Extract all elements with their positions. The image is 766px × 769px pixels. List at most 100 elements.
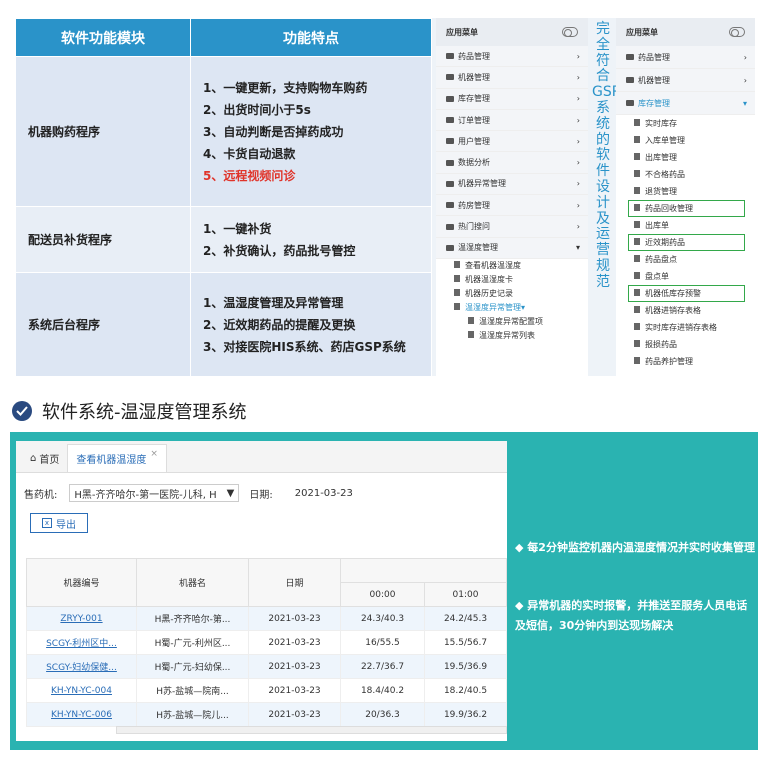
close-icon[interactable]: × (150, 449, 158, 459)
menu-item[interactable]: 订单管理 › (436, 109, 588, 132)
menu-item[interactable]: 温湿度异常列表 (436, 329, 588, 343)
cell-code[interactable]: KH-YN-YC-004 (26, 678, 137, 703)
filter-bar: 售药机: H黑-齐齐哈尔-第一医院-儿科, H ▼ 日期: 2021-03-23 (16, 479, 507, 507)
document-icon (468, 317, 474, 325)
features-backend: 1、温湿度管理及异常管理 2、近效期药品的提醒及更换 3、对接医院HIS系统、药… (190, 272, 432, 377)
document-icon (634, 119, 640, 126)
tab-label: 查看机器温湿度 (76, 455, 147, 466)
menu-item-content: 查看机器温湿度 (454, 260, 521, 271)
menu-item[interactable]: 机器低库存预警 (628, 285, 745, 302)
menu-item[interactable]: 实时库存进销存表格 (616, 319, 755, 336)
document-icon (634, 153, 640, 160)
date-field[interactable]: 2021-03-23 (291, 484, 451, 502)
menu-item[interactable]: 药品盘点 (616, 251, 755, 268)
menu-item[interactable]: 不合格药品 (616, 166, 755, 183)
menu-title: 应用菜单 (626, 27, 658, 37)
table-row[interactable]: SCGY-利州区中... H蜀-广元-利州区... 2021-03-23 16/55.… (26, 630, 507, 655)
cell-code[interactable]: SCGY-妇幼保健... (26, 654, 137, 679)
menu-item[interactable]: 机器进销存表格 (616, 302, 755, 319)
cell-code[interactable]: KH-YN-YC-006 (26, 702, 137, 727)
module-restock: 配送员补货程序 (15, 206, 191, 273)
table-row[interactable]: KH-YN-YC-004 H苏-盐城—院南... 2021-03-23 18.4/40… (26, 678, 507, 703)
menu-item-content: 用户管理 (446, 136, 490, 147)
menu-item[interactable]: 药房管理 › (436, 195, 588, 217)
feature-text: 2、补货确认，药品批号管控 (203, 243, 356, 258)
menu-item[interactable]: 库存管理 ▾ (616, 92, 755, 115)
horizontal-scrollbar[interactable] (116, 726, 507, 734)
cell-code[interactable]: ZRYY-001 (26, 606, 137, 631)
menu-item-content: 机器历史记录 (454, 288, 513, 299)
date-label: 日期: (249, 489, 273, 501)
menu-item[interactable]: 药品养护管理 (616, 353, 755, 370)
menu-item[interactable]: 盘点单 (616, 268, 755, 285)
humidity-panel: ⌂ 首页 查看机器温湿度 × 售药机: H黑-齐齐哈尔-第一医院-儿科, H ▼ 日… (10, 432, 758, 750)
menu-item[interactable]: 查看机器温湿度 (436, 259, 588, 273)
menu-item-content: 温湿度异常列表 (468, 330, 535, 341)
menu-item[interactable]: 温湿度异常配置项 (436, 315, 588, 329)
document-icon (634, 204, 640, 211)
menu-item[interactable]: 用户管理 › (436, 131, 588, 153)
menu-item[interactable]: 退货管理 (616, 183, 755, 200)
menu-item-content: 实时库存 (634, 118, 677, 129)
menu-item[interactable]: 药品管理 › (436, 46, 588, 68)
menu-item[interactable]: 温湿度管理 ▾ (436, 237, 588, 259)
menu-item[interactable]: 出库单 (616, 217, 755, 234)
menu-item[interactable]: 机器管理 › (436, 67, 588, 89)
bullet-alarm: ◆ 异常机器的实时报警，并推送至服务人员电话及短信，30分钟内到达现场解决 (515, 599, 748, 632)
menu-item-content: 机器低库存预警 (634, 288, 701, 299)
cell-date: 2021-03-23 (248, 606, 341, 631)
document-icon (454, 289, 460, 297)
menu-item-content: 药品管理 (446, 51, 490, 62)
toggle-icon[interactable] (729, 27, 745, 37)
document-icon (454, 303, 460, 311)
home-icon: ⌂ (30, 452, 37, 464)
menu-item[interactable]: 近效期药品 (628, 234, 745, 251)
machine-select[interactable]: H黑-齐齐哈尔-第一医院-儿科, H ▼ (69, 484, 240, 502)
feature-overview: 软件功能模块 功能特点 机器购药程序 1、一键更新，支持购物车购药 2、出货时间… (15, 18, 755, 377)
menu-item-content: 药品管理 (626, 52, 670, 63)
chevron-right-icon: › (743, 52, 747, 62)
document-icon (634, 238, 640, 245)
menu-item[interactable]: 实时库存 (616, 115, 755, 132)
menu-item[interactable]: 数据分析 › (436, 152, 588, 174)
menu-item-content: 退货管理 (634, 186, 677, 197)
bullet-monitor: ◆ 每2分钟监控机器内温湿度情况并实时收集管理 (515, 541, 755, 554)
menu-item-label: 机器管理 (638, 75, 670, 85)
menu-item[interactable]: 热门搜问 › (436, 216, 588, 238)
menu-item-content: 出库单 (634, 220, 669, 231)
section-title: 软件系统-温湿度管理系统 (42, 402, 247, 423)
menu-header: 应用菜单 (616, 18, 755, 46)
menu-item[interactable]: 报损药品 (616, 336, 755, 353)
menu-item-label: 查看机器温湿度 (465, 261, 521, 271)
menu-item[interactable]: 机器管理 › (616, 69, 755, 92)
toggle-icon[interactable] (562, 27, 578, 37)
menu-item[interactable]: 机器历史记录 (436, 287, 588, 301)
tab-bar: ⌂ 首页 查看机器温湿度 × (16, 441, 507, 473)
export-label: 导出 (56, 519, 76, 531)
col-date: 日期 (248, 558, 341, 607)
menu-item[interactable]: 库存管理 › (436, 88, 588, 110)
col-t2: 01:00 (424, 582, 507, 607)
menu-item[interactable]: 机器温湿度卡 (436, 273, 588, 287)
menu-item[interactable]: 出库管理 (616, 149, 755, 166)
table-row[interactable]: KH-YN-YC-006 H苏-盐城—院儿... 2021-03-23 20/36.3… (26, 702, 507, 727)
table-row[interactable]: ZRYY-001 H黑-齐齐哈尔-第... 2021-03-23 24.3/40.3 2… (26, 606, 507, 631)
cell-code[interactable]: SCGY-利州区中... (26, 630, 137, 655)
cell-date: 2021-03-23 (248, 630, 341, 655)
tab-view-humidity[interactable]: 查看机器温湿度 × (67, 444, 167, 472)
menu-item-label: 机器温湿度卡 (465, 275, 513, 285)
menu-item-content: 不合格药品 (634, 169, 685, 180)
menu-item-label: 盘点单 (645, 272, 669, 281)
menu-item[interactable]: 温湿度异常管理 ▾ (436, 301, 588, 315)
table-row[interactable]: SCGY-妇幼保健... H蜀-广元-妇幼保... 2021-03-23 22.7/3… (26, 654, 507, 679)
menu-item[interactable]: 机器异常管理 › (436, 173, 588, 196)
tab-home[interactable]: ⌂ 首页 (22, 444, 67, 472)
menu-item[interactable]: 药品回收管理 (628, 200, 745, 217)
folder-icon (446, 180, 454, 187)
export-button[interactable]: x 导出 (30, 513, 88, 533)
menu-item-content: 库存管理 (446, 93, 490, 104)
cell-t1: 16/55.5 (340, 630, 425, 655)
menu-item[interactable]: 药品管理 › (616, 46, 755, 69)
cell-name: H蜀-广元-利州区... (136, 630, 249, 655)
menu-item[interactable]: 入库单管理 (616, 132, 755, 149)
